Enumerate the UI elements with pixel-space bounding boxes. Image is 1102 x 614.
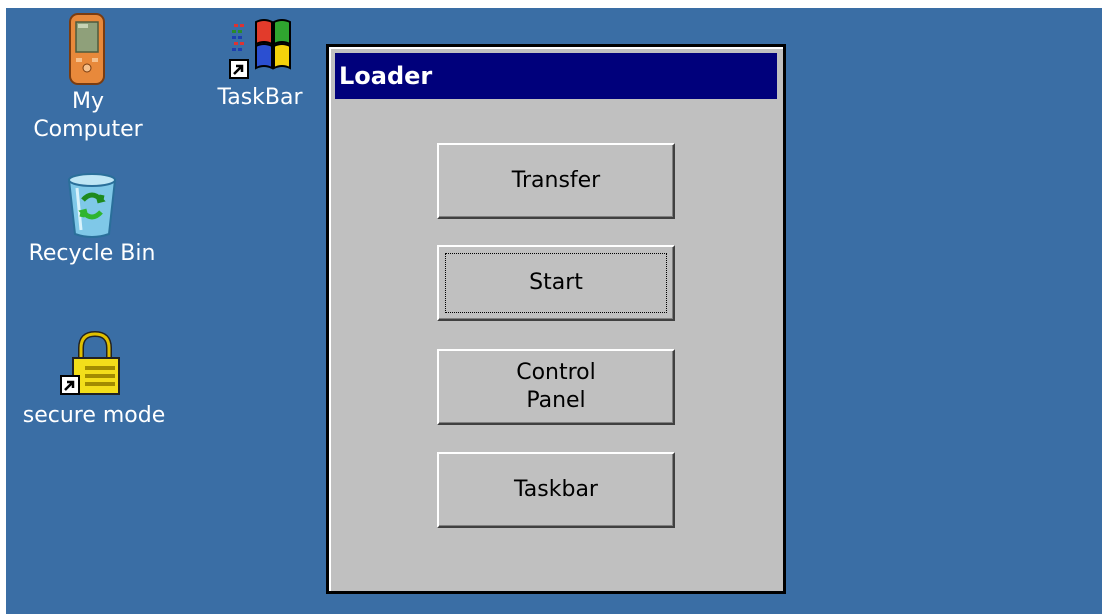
desktop-icon-label: TaskBar — [217, 85, 303, 110]
start-button-label: Start — [529, 270, 583, 295]
desktop-icon-recycle-bin[interactable]: Recycle Bin — [12, 170, 172, 268]
desktop-icon-label: My Computer — [33, 89, 143, 142]
recycle-bin-icon — [57, 170, 127, 240]
desktop-icon-taskbar[interactable]: TaskBar — [204, 16, 316, 112]
control-panel-button[interactable]: Control Panel — [437, 349, 675, 425]
desktop-icon-my-computer[interactable]: My Computer — [28, 12, 148, 144]
desktop-icon-secure-mode[interactable]: secure mode — [6, 326, 182, 430]
pda-device-icon — [66, 12, 110, 88]
window-title[interactable]: Loader — [335, 53, 777, 99]
start-button[interactable]: Start — [437, 245, 675, 321]
transfer-button[interactable]: Transfer — [437, 143, 675, 219]
windows-flag-shortcut-icon — [220, 16, 300, 84]
desktop-icon-label: Recycle Bin — [28, 241, 156, 266]
padlock-shortcut-icon — [59, 326, 129, 402]
loader-window: Loader Transfer Start Control Panel Task… — [326, 44, 786, 594]
desktop-icon-label: secure mode — [22, 403, 166, 428]
taskbar-button[interactable]: Taskbar — [437, 452, 675, 528]
desktop: My Computer TaskBar Recycle Bin secure m… — [6, 8, 1102, 614]
